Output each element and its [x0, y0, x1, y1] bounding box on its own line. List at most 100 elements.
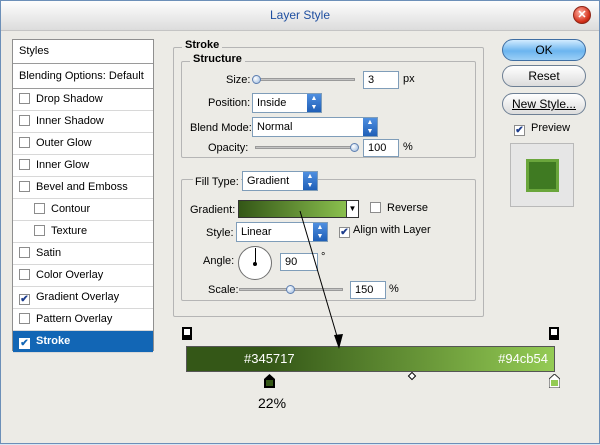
dropdown-arrow-icon: ▲ ▼ [313, 223, 327, 241]
size-label: Size: [226, 74, 251, 86]
opacity-slider-thumb[interactable] [350, 143, 359, 152]
style-item-label: Pattern Overlay [36, 313, 113, 325]
size-unit: px [403, 73, 415, 85]
reverse-label: Reverse [387, 202, 428, 214]
fill-type-label: Fill Type: [193, 176, 241, 188]
dropdown-arrow-icon: ▲ ▼ [303, 172, 317, 190]
size-slider-thumb[interactable] [252, 75, 261, 84]
style-item-label: Texture [51, 225, 88, 237]
dropdown-arrow-icon: ▲ ▼ [363, 118, 377, 136]
color-stop-end[interactable] [549, 374, 560, 388]
opacity-label: Opacity: [208, 142, 249, 154]
opacity-stop-left[interactable] [182, 327, 192, 340]
gradient-picker-arrow-icon[interactable]: ▼ [346, 201, 358, 217]
close-button[interactable]: ✕ [573, 6, 591, 24]
style-item-label: Outer Glow [36, 137, 92, 149]
close-icon: ✕ [577, 9, 587, 21]
title-bar: Layer Style ✕ [1, 1, 599, 31]
style-item-pattern-overlay[interactable]: Pattern Overlay [13, 309, 153, 331]
preview-swatch [526, 159, 559, 192]
window-title: Layer Style [269, 8, 331, 22]
dropdown-arrow-icon: ▲ ▼ [307, 94, 321, 112]
style-select[interactable]: Linear ▲ ▼ [236, 222, 328, 242]
styles-header[interactable]: Styles [13, 40, 153, 64]
style-item-label: Contour [51, 203, 91, 215]
style-item-label: Satin [36, 247, 62, 259]
stroke-title: Stroke [182, 39, 223, 51]
angle-center [253, 262, 257, 266]
start-stop-location: 22% [258, 395, 287, 411]
style-checkbox[interactable] [34, 203, 45, 214]
style-item-bevel-and-emboss[interactable]: Bevel and Emboss [13, 177, 153, 199]
style-checkbox[interactable] [19, 181, 30, 192]
style-item-label: Gradient Overlay [36, 291, 120, 303]
preview-label: Preview [531, 122, 571, 134]
align-label: Align with Layer [353, 224, 431, 236]
align-with-layer-checkbox[interactable]: ✔ Align with Layer [339, 224, 431, 238]
gradient-bar[interactable]: #345717 #94cb54 [186, 346, 555, 372]
style-item-color-overlay[interactable]: Color Overlay [13, 265, 153, 287]
gradient-swatch[interactable]: ▼ [238, 200, 359, 218]
start-color-label: #345717 [244, 351, 295, 366]
opacity-unit: % [403, 141, 413, 153]
align-check-icon: ✔ [339, 227, 350, 238]
style-item-outer-glow[interactable]: Outer Glow [13, 133, 153, 155]
style-checkbox[interactable] [19, 115, 30, 126]
style-item-label: Stroke [36, 335, 71, 347]
size-slider-track[interactable] [255, 78, 355, 81]
ok-button[interactable]: OK [502, 39, 586, 61]
style-item-texture[interactable]: Texture [13, 221, 153, 243]
position-label: Position: [208, 97, 251, 109]
opacity-input[interactable]: 100 [363, 139, 399, 157]
style-item-stroke[interactable]: ✔ Stroke [13, 331, 153, 353]
style-checkbox[interactable] [19, 313, 30, 324]
scale-unit: % [389, 283, 399, 295]
scale-input[interactable]: 150 [350, 281, 386, 299]
style-checkbox[interactable]: ✔ [19, 294, 30, 305]
style-checkbox[interactable] [19, 159, 30, 170]
style-item-gradient-overlay[interactable]: ✔ Gradient Overlay [13, 287, 153, 309]
style-checkbox[interactable]: ✔ [19, 338, 30, 349]
preview-thumbnail [510, 143, 574, 207]
fill-group [181, 179, 476, 301]
styles-list: Styles Blending Options: Default Drop Sh… [12, 39, 154, 353]
style-item-drop-shadow[interactable]: Drop Shadow [13, 89, 153, 111]
style-item-label: Color Overlay [36, 269, 104, 281]
style-item-inner-glow[interactable]: Inner Glow [13, 155, 153, 177]
blend-mode-select[interactable]: Normal ▲ ▼ [252, 117, 378, 137]
angle-input[interactable]: 90 [280, 253, 318, 271]
preview-checkbox[interactable]: ✔ Preview [514, 122, 570, 136]
layer-style-dialog: Layer Style ✕ Styles Blending Options: D… [0, 0, 600, 444]
angle-dial[interactable] [238, 246, 272, 280]
new-style-label: New Style... [511, 97, 577, 111]
opacity-stop-right[interactable] [549, 327, 559, 340]
blend-mode-value: Normal [257, 121, 293, 133]
gradient-label: Gradient: [190, 204, 236, 216]
new-style-button[interactable]: New Style... [502, 93, 586, 115]
style-checkbox[interactable] [19, 247, 30, 258]
style-item-contour[interactable]: Contour [13, 199, 153, 221]
reset-button[interactable]: Reset [502, 65, 586, 87]
style-checkbox[interactable] [19, 137, 30, 148]
end-color-label: #94cb54 [498, 351, 548, 366]
scale-slider-thumb[interactable] [286, 285, 295, 294]
position-select[interactable]: Inside ▲ ▼ [252, 93, 322, 113]
opacity-slider-track[interactable] [255, 146, 355, 149]
style-checkbox[interactable] [19, 269, 30, 280]
style-item-label: Bevel and Emboss [36, 181, 128, 193]
scale-label: Scale: [208, 284, 239, 296]
angle-label: Angle: [203, 255, 235, 267]
blending-options-item[interactable]: Blending Options: Default [13, 64, 153, 89]
style-item-inner-shadow[interactable]: Inner Shadow [13, 111, 153, 133]
preview-check-icon: ✔ [514, 125, 525, 136]
style-checkbox[interactable] [19, 93, 30, 104]
size-input[interactable]: 3 [363, 71, 399, 89]
reverse-checkbox[interactable]: Reverse [370, 202, 428, 214]
color-stop-start[interactable] [264, 374, 275, 388]
style-item-satin[interactable]: Satin [13, 243, 153, 265]
blend-mode-label: Blend Mode: [190, 122, 252, 134]
position-value: Inside [257, 97, 287, 109]
style-checkbox[interactable] [34, 225, 45, 236]
style-item-label: Inner Glow [36, 159, 90, 171]
fill-type-select[interactable]: Gradient ▲ ▼ [242, 171, 318, 191]
